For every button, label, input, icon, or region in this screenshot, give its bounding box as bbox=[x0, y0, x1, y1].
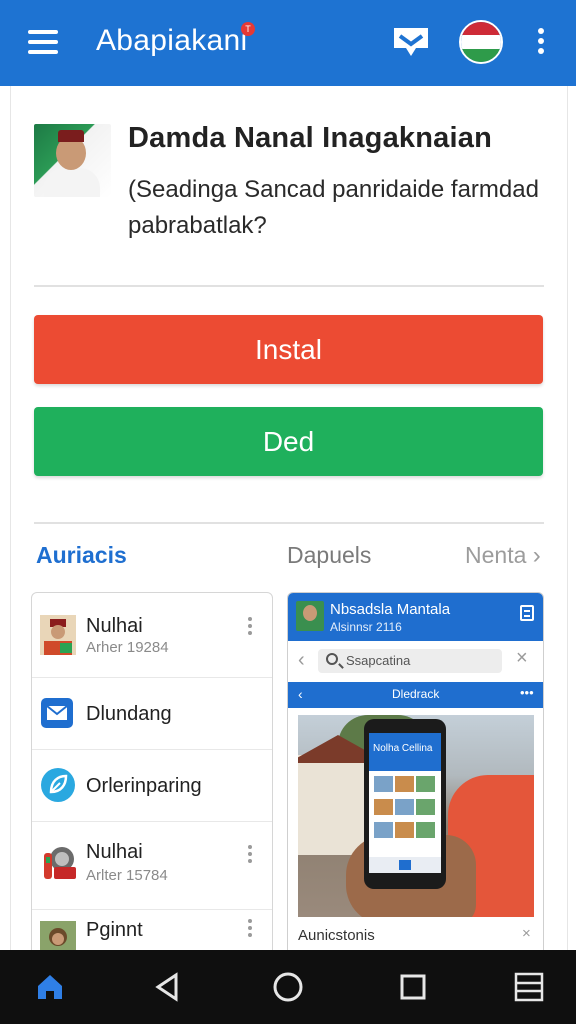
divider bbox=[32, 749, 272, 750]
more-vert-icon[interactable] bbox=[248, 845, 254, 866]
more-vert-icon[interactable] bbox=[536, 28, 546, 58]
preview-subbar-title: Dledrack bbox=[392, 687, 440, 701]
list-item[interactable]: Pginnt bbox=[32, 915, 272, 951]
divider bbox=[34, 522, 544, 524]
app-bar: Abapiakani T bbox=[0, 0, 576, 86]
search-icon bbox=[326, 653, 338, 665]
preview-photo: Nolha Cellina bbox=[298, 715, 534, 917]
title-badge: T bbox=[241, 22, 255, 36]
more-horiz-icon[interactable]: ••• bbox=[520, 685, 534, 700]
back-icon[interactable] bbox=[152, 971, 184, 1003]
preview-title: Nbsadsla Mantala bbox=[330, 601, 451, 618]
tab-auriacis[interactable]: Auriacis bbox=[36, 542, 127, 569]
preview-subbar: ‹ Dledrack ••• bbox=[288, 682, 543, 708]
chevron-right-icon: › bbox=[532, 542, 541, 569]
menu-lines-icon[interactable] bbox=[513, 971, 545, 1003]
close-icon[interactable]: × bbox=[516, 647, 528, 670]
tab-nenta[interactable]: Nenta › bbox=[465, 542, 541, 570]
chevron-left-icon[interactable]: ‹ bbox=[298, 649, 305, 672]
preview-avatar bbox=[296, 601, 324, 631]
menu-icon[interactable] bbox=[28, 30, 58, 54]
person-avatar bbox=[40, 921, 76, 951]
list-item[interactable]: Nulhai Arher 19284 bbox=[32, 593, 272, 665]
flag-avatar[interactable] bbox=[459, 20, 503, 64]
more-vert-icon[interactable] bbox=[248, 617, 254, 638]
list-item-subtitle: Arlter 15784 bbox=[86, 867, 168, 884]
list-item-title: Pginnt bbox=[86, 919, 143, 941]
profile-photo bbox=[34, 124, 111, 197]
list-item-title: Nulhai bbox=[86, 615, 143, 637]
divider bbox=[34, 285, 544, 287]
chat-icon[interactable] bbox=[388, 24, 434, 62]
list-item-subtitle: Arher 19284 bbox=[86, 639, 169, 656]
leaf-icon bbox=[40, 767, 76, 803]
contact-list: Nulhai Arher 19284 Dlundang Orlerinparin… bbox=[31, 592, 273, 952]
list-item[interactable]: Dlundang bbox=[32, 683, 272, 743]
ded-button[interactable]: Ded bbox=[34, 407, 543, 476]
phone-illustration: Nolha Cellina bbox=[364, 719, 446, 889]
app-title: Abapiakani bbox=[96, 24, 248, 57]
preview-search-row: ‹ Ssapcatina × bbox=[288, 641, 543, 681]
list-item-title: Nulhai bbox=[86, 841, 143, 863]
home-icon[interactable] bbox=[34, 971, 66, 1003]
list-item[interactable]: Orlerinparing bbox=[32, 755, 272, 815]
chevron-left-icon[interactable]: ‹ bbox=[298, 686, 303, 702]
divider bbox=[32, 821, 272, 822]
search-input[interactable]: Ssapcatina bbox=[318, 649, 502, 673]
divider bbox=[32, 909, 272, 910]
camera-icon bbox=[40, 843, 76, 879]
install-button[interactable]: Instal bbox=[34, 315, 543, 384]
list-item-title: Dlundang bbox=[86, 703, 172, 725]
list-item[interactable]: Nulhai Arlter 15784 bbox=[32, 827, 272, 903]
preview-panel[interactable]: Nbsadsla Mantala Alsinnsr 2116 ‹ Ssapcat… bbox=[287, 592, 544, 952]
home-circle-icon[interactable] bbox=[272, 971, 304, 1003]
list-item-title: Orlerinparing bbox=[86, 775, 202, 797]
recents-icon[interactable] bbox=[397, 971, 429, 1003]
post-headline: Damda Nanal Inagaknaian bbox=[128, 122, 492, 154]
mail-icon bbox=[40, 697, 76, 733]
close-icon[interactable]: × bbox=[522, 925, 531, 942]
preview-caption: Aunicstonis bbox=[298, 927, 375, 944]
more-vert-icon[interactable] bbox=[248, 919, 254, 940]
preview-subtitle: Alsinnsr 2116 bbox=[330, 620, 402, 634]
preview-header: Nbsadsla Mantala Alsinnsr 2116 bbox=[288, 593, 543, 641]
person-avatar bbox=[40, 615, 76, 655]
system-nav-bar bbox=[0, 950, 576, 1024]
list-icon[interactable] bbox=[520, 605, 534, 621]
tab-bar: Auriacis Dapuels Nenta › bbox=[36, 542, 546, 576]
divider bbox=[32, 677, 272, 678]
search-placeholder: Ssapcatina bbox=[346, 653, 411, 668]
tab-nenta-label: Nenta bbox=[465, 542, 527, 568]
phone-screen-title: Nolha Cellina bbox=[369, 733, 441, 771]
post-question: (Seadinga Sancad panridaide farmdad pabr… bbox=[128, 176, 539, 239]
tab-dapuels[interactable]: Dapuels bbox=[287, 542, 371, 569]
